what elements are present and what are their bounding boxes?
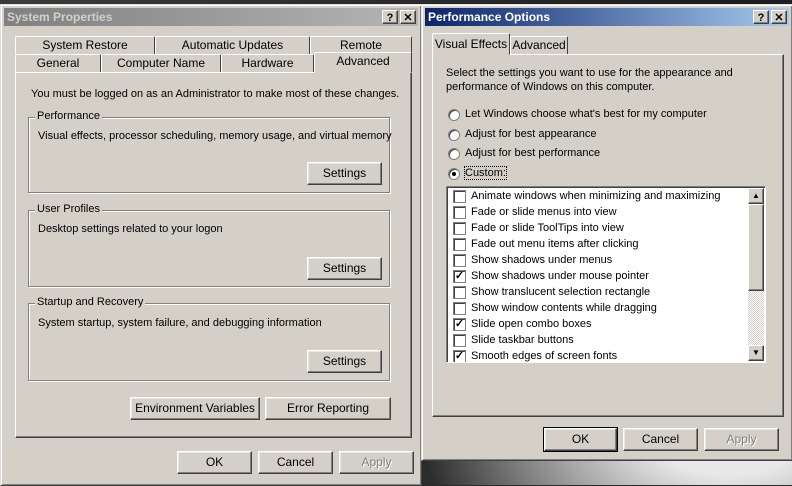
tab-advanced[interactable]: Advanced — [314, 52, 412, 73]
effect-label: Animate windows when minimizing and maxi… — [471, 190, 721, 202]
effect-label: Show shadows under menus — [471, 254, 613, 266]
effect-item[interactable]: Fade or slide ToolTips into view — [453, 220, 624, 236]
user-profiles-description: Desktop settings related to your logon — [38, 223, 223, 235]
user-profiles-settings-button[interactable]: Settings — [307, 257, 382, 280]
ok-button[interactable]: OK — [543, 427, 618, 452]
radio-label: Adjust for best appearance — [465, 128, 597, 140]
checkbox[interactable] — [453, 189, 466, 203]
radio-button[interactable] — [448, 168, 460, 180]
radio-label: Adjust for best performance — [465, 147, 601, 159]
tab-system-restore[interactable]: System Restore — [15, 36, 155, 54]
radio-selected-dot — [452, 172, 456, 176]
tab-automatic-updates[interactable]: Automatic Updates — [155, 36, 310, 54]
tab-computer-name[interactable]: Computer Name — [101, 54, 221, 72]
user-profiles-group-title: User Profiles — [35, 203, 102, 215]
effect-label: Fade or slide ToolTips into view — [471, 222, 624, 234]
effect-item[interactable]: ✓ Slide open combo boxes — [453, 316, 591, 332]
visual-effects-list[interactable]: Animate windows when minimizing and maxi… — [446, 186, 766, 363]
performance-description: Visual effects, processor scheduling, me… — [38, 130, 392, 142]
window-title: Performance Options — [428, 10, 551, 24]
checkbox[interactable] — [453, 253, 466, 267]
checkbox[interactable] — [453, 301, 466, 315]
effect-item[interactable]: Show window contents while dragging — [453, 300, 657, 316]
radio-button[interactable] — [448, 148, 460, 160]
checkbox[interactable]: ✓ — [453, 269, 466, 283]
intro-text: Select the settings you want to use for … — [446, 67, 733, 93]
checkbox[interactable] — [453, 285, 466, 299]
checkbox[interactable] — [453, 205, 466, 219]
effect-label: Show window contents while dragging — [471, 302, 657, 314]
startup-recovery-description: System startup, system failure, and debu… — [38, 317, 322, 329]
radio-button[interactable] — [448, 109, 460, 121]
cancel-button[interactable]: Cancel — [623, 428, 698, 451]
user-profiles-group: User Profiles Desktop settings related t… — [28, 203, 390, 287]
close-icon[interactable]: ✕ — [771, 10, 787, 24]
startup-recovery-group-title: Startup and Recovery — [35, 296, 146, 308]
performance-group: Performance Visual effects, processor sc… — [28, 110, 392, 193]
tab-advanced[interactable]: Advanced — [510, 36, 568, 55]
effect-label: Smooth edges of screen fonts — [471, 350, 618, 362]
effect-label: Slide taskbar buttons — [471, 334, 574, 346]
startup-recovery-settings-button[interactable]: Settings — [307, 350, 382, 373]
admin-note: You must be logged on as an Administrato… — [31, 88, 400, 100]
apply-button[interactable]: Apply — [339, 451, 414, 474]
window-title: System Properties — [7, 10, 113, 24]
apply-button[interactable]: Apply — [704, 428, 779, 451]
startup-recovery-group: Startup and Recovery System startup, sys… — [28, 296, 390, 381]
environment-variables-button[interactable]: Environment Variables — [130, 397, 260, 420]
effect-item[interactable]: Slide taskbar buttons — [453, 332, 574, 348]
help-icon[interactable]: ? — [753, 10, 769, 24]
effect-item[interactable]: Show shadows under menus — [453, 252, 612, 268]
tab-visual-effects[interactable]: Visual Effects — [432, 33, 510, 55]
effect-label: Fade out menu items after clicking — [471, 238, 639, 250]
system-properties-titlebar[interactable]: System Properties ? ✕ — [4, 8, 418, 26]
effect-item[interactable]: ✓ Smooth edges of screen fonts — [453, 348, 618, 362]
tab-general[interactable]: General — [15, 54, 101, 72]
effect-item[interactable]: ✓ Show shadows under mouse pointer — [453, 268, 649, 284]
effect-item[interactable]: Animate windows when minimizing and maxi… — [453, 188, 720, 204]
radio-label: Let Windows choose what's best for my co… — [465, 108, 707, 120]
tab-hardware[interactable]: Hardware — [221, 54, 314, 72]
effect-label: Show shadows under mouse pointer — [471, 270, 649, 282]
scroll-up-icon[interactable]: ▲ — [748, 188, 764, 204]
error-reporting-button[interactable]: Error Reporting — [265, 397, 391, 420]
performance-options-titlebar[interactable]: Performance Options ? ✕ — [425, 8, 789, 26]
visual-effects-panel: Select the settings you want to use for … — [432, 54, 784, 417]
checkbox[interactable] — [453, 237, 466, 251]
ok-button[interactable]: OK — [177, 451, 252, 474]
advanced-tab-panel: You must be logged on as an Administrato… — [15, 72, 412, 438]
vertical-scrollbar[interactable]: ▲ ▼ — [748, 188, 764, 361]
effect-label: Slide open combo boxes — [471, 318, 592, 330]
cancel-button[interactable]: Cancel — [258, 451, 333, 474]
scroll-thumb[interactable] — [748, 204, 764, 291]
checkbox[interactable] — [453, 333, 466, 347]
effect-item[interactable]: Show translucent selection rectangle — [453, 284, 650, 300]
help-icon[interactable]: ? — [382, 10, 398, 24]
performance-options-window: Performance Options ? ✕ Visual Effects A… — [421, 4, 792, 461]
radio-button[interactable] — [448, 129, 460, 141]
performance-settings-button[interactable]: Settings — [307, 162, 382, 185]
close-icon[interactable]: ✕ — [400, 10, 416, 24]
system-properties-window: System Properties ? ✕ System Restore Aut… — [0, 4, 422, 486]
effect-label: Fade or slide menus into view — [471, 206, 617, 218]
radio-label: Custom: — [464, 166, 507, 180]
checkbox[interactable]: ✓ — [453, 349, 466, 362]
scroll-down-icon[interactable]: ▼ — [748, 345, 764, 361]
checkbox[interactable]: ✓ — [453, 317, 466, 331]
performance-group-title: Performance — [35, 110, 102, 122]
effect-label: Show translucent selection rectangle — [471, 286, 651, 298]
effect-item[interactable]: Fade or slide menus into view — [453, 204, 617, 220]
checkbox[interactable] — [453, 221, 466, 235]
effect-item[interactable]: Fade out menu items after clicking — [453, 236, 639, 252]
